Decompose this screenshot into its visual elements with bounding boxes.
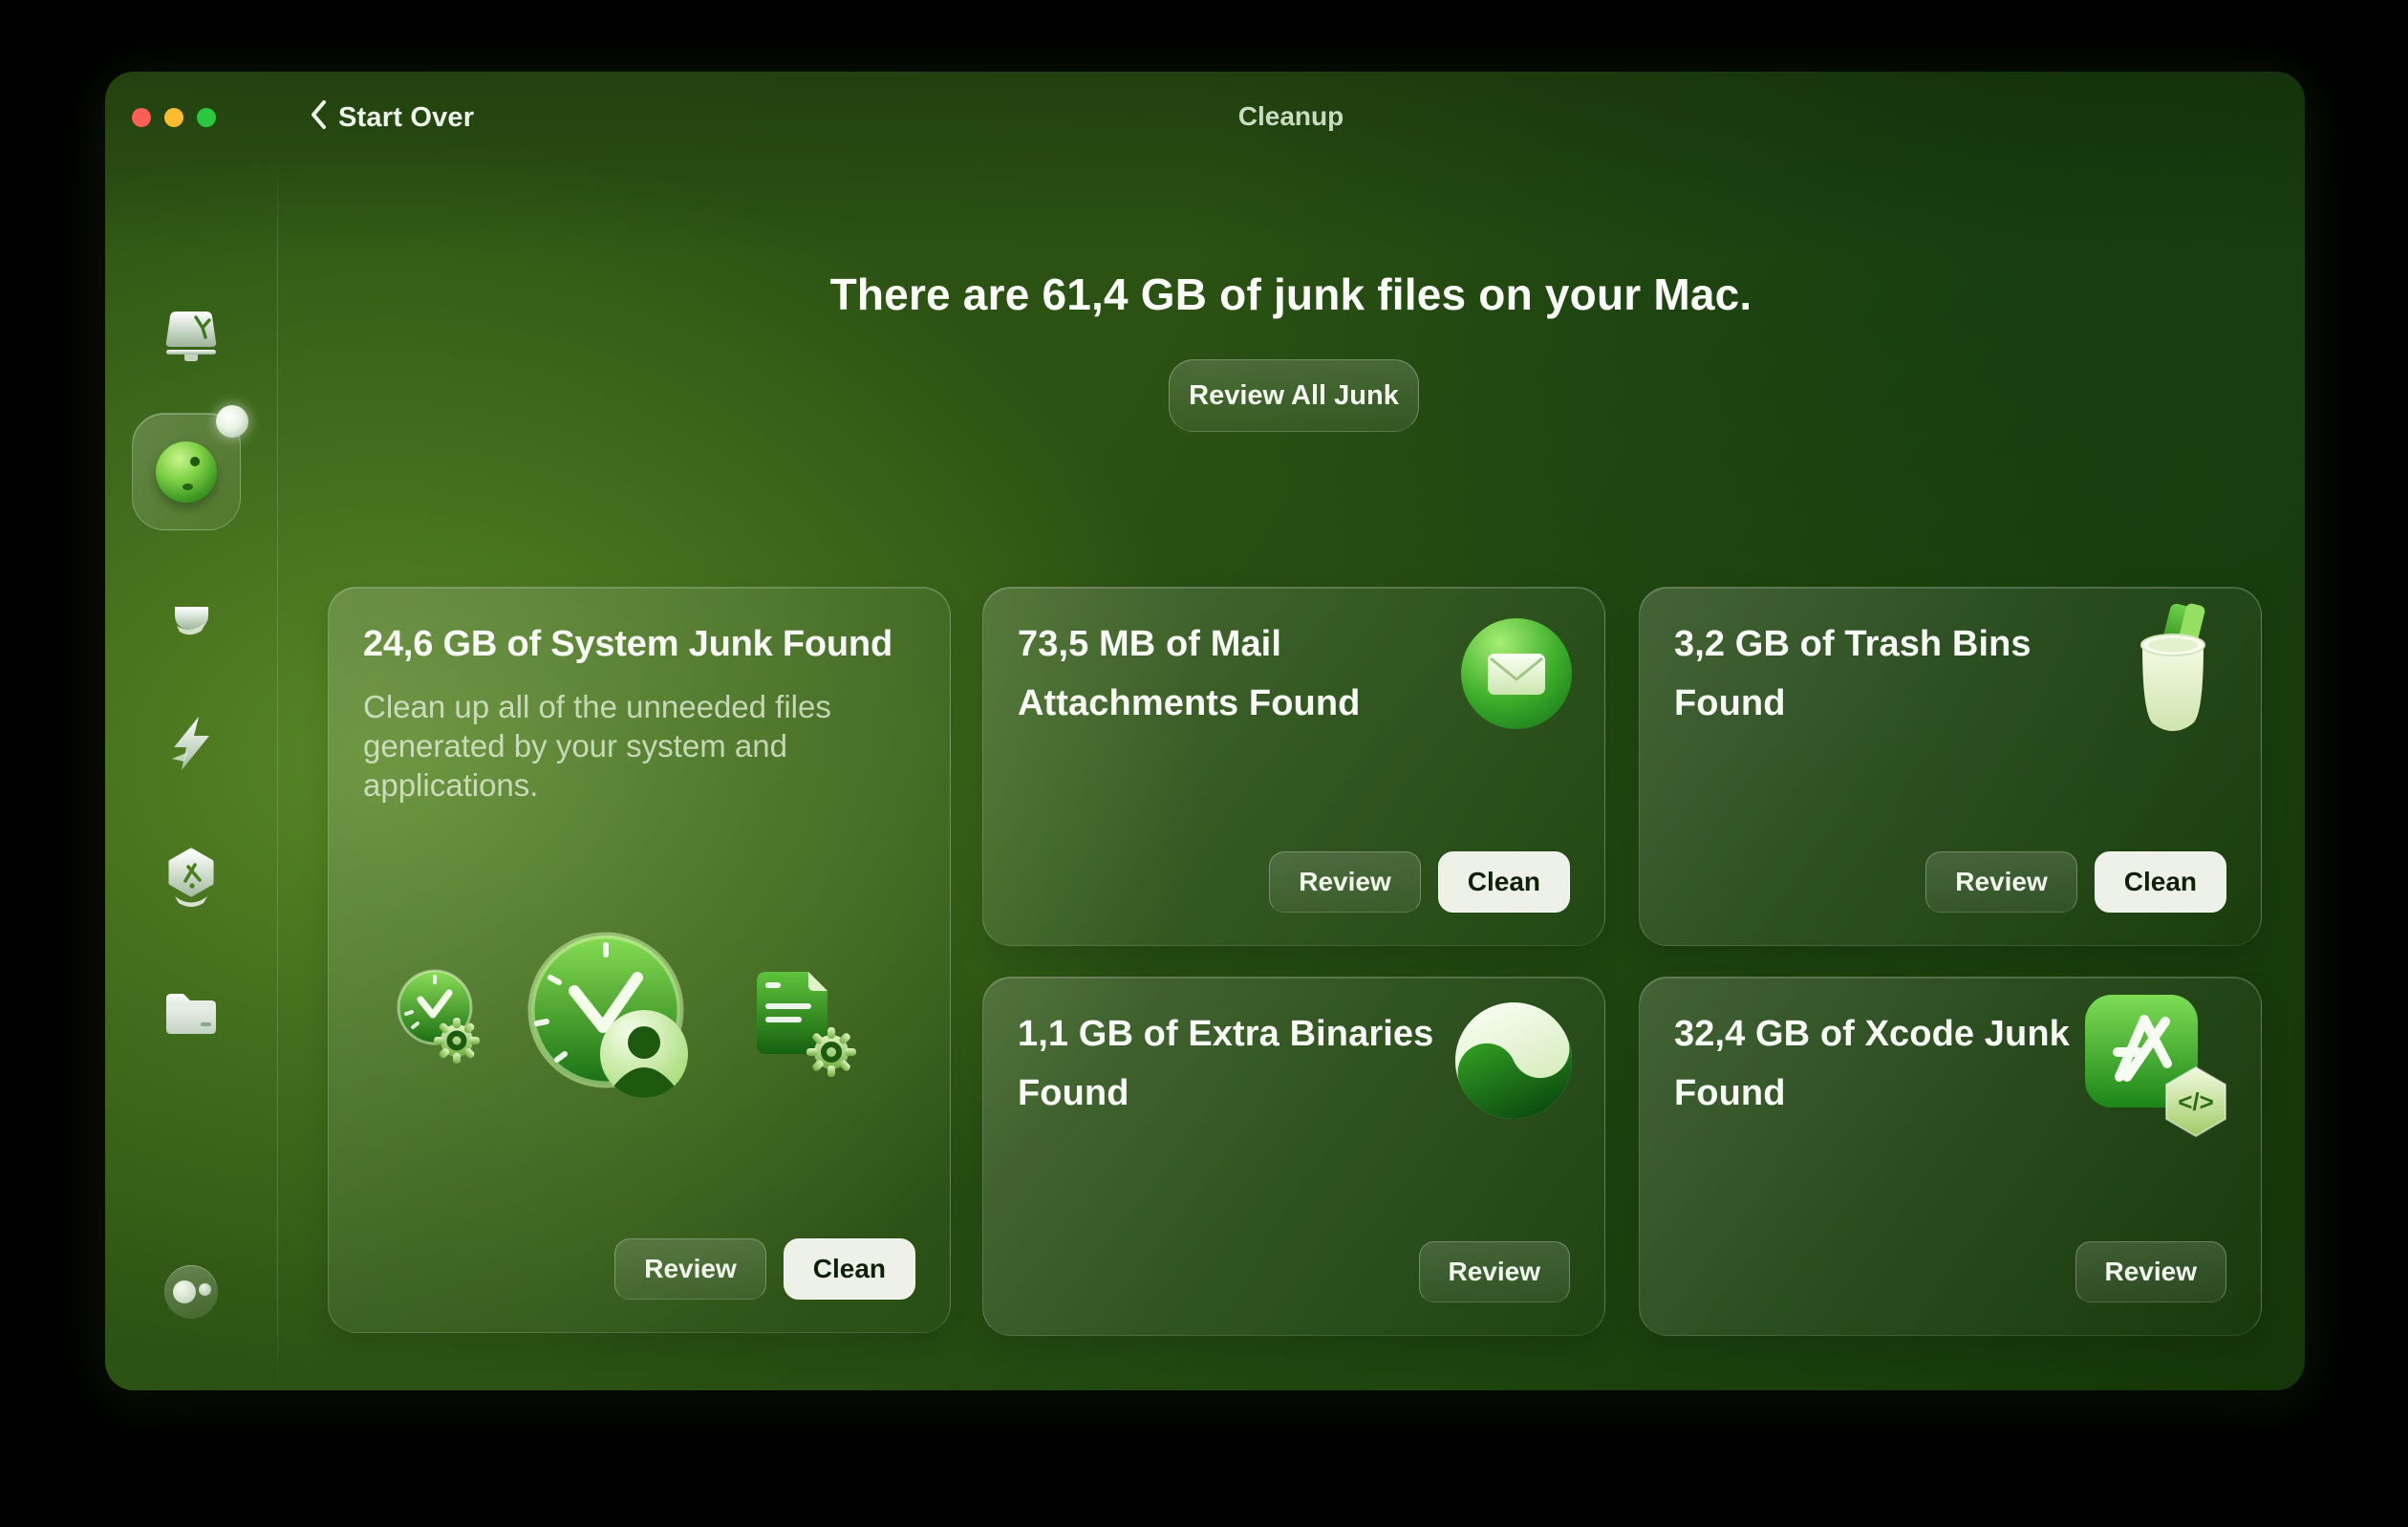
trash-bin-icon: [2123, 601, 2223, 740]
sidebar-item-protection[interactable]: [162, 578, 220, 642]
code-badge-glyph: </>: [2178, 1087, 2214, 1116]
review-button[interactable]: Review: [2075, 1241, 2226, 1302]
screen: Start Over Cleanup There are 61,4 GB of …: [0, 0, 2408, 1527]
sidebar-item-cleanup[interactable]: [161, 308, 222, 370]
close-window-button[interactable]: [132, 108, 151, 127]
card-title: 73,5 MB of Mail Attachments Found: [1018, 624, 1361, 723]
clean-button[interactable]: Clean: [1437, 851, 1570, 913]
page-title: Cleanup: [1237, 101, 1344, 131]
monitor-clean-icon: [161, 308, 222, 370]
minimize-window-button[interactable]: [164, 108, 183, 127]
lightning-icon: [164, 715, 218, 783]
clean-button[interactable]: Clean: [783, 1238, 915, 1300]
card-title: 32,4 GB of Xcode Junk Found: [1674, 1014, 2070, 1113]
mail-icon: [1459, 616, 1574, 736]
clock-user-icon: [515, 932, 754, 1166]
review-button[interactable]: Review: [1269, 851, 1421, 913]
card-trash-bins: 3,2 GB of Trash Bins Found Review Clean: [1639, 587, 2262, 946]
card-extra-binaries: 1,1 GB of Extra Binaries Found Review: [982, 977, 1605, 1336]
folder-icon: [161, 987, 222, 1045]
card-title: 1,1 GB of Extra Binaries Found: [1018, 1014, 1434, 1113]
assistant-button[interactable]: [164, 1265, 218, 1319]
sidebar-divider: [277, 162, 278, 1390]
notification-dot: [216, 405, 248, 438]
card-mail-attachments: 73,5 MB of Mail Attachments Found Review…: [982, 587, 1605, 946]
card-title: 24,6 GB of System Junk Found: [363, 624, 892, 664]
card-system-junk: 24,6 GB of System Junk Found Clean up al…: [328, 587, 951, 1333]
card-title: 3,2 GB of Trash Bins Found: [1674, 624, 2032, 723]
sidebar-item-files[interactable]: [161, 987, 222, 1045]
zoom-window-button[interactable]: [197, 108, 216, 127]
xcode-icon: </>: [2079, 989, 2240, 1154]
sidebar-item-performance[interactable]: [164, 715, 218, 783]
hexagon-a-icon: [162, 847, 220, 914]
document-gear-icon: [749, 968, 862, 1086]
review-button[interactable]: Review: [1925, 851, 2077, 913]
review-button[interactable]: Review: [614, 1238, 766, 1300]
clean-button[interactable]: Clean: [2094, 851, 2226, 913]
review-button[interactable]: Review: [1418, 1241, 1570, 1302]
card-description: Clean up all of the unneeded files gener…: [363, 689, 831, 803]
card-xcode-junk: 32,4 GB of Xcode Junk Found </> Review: [1639, 977, 2262, 1336]
binaries-wave-icon: [1453, 1000, 1574, 1126]
hand-icon: [162, 578, 220, 642]
app-window: Start Over Cleanup There are 61,4 GB of …: [105, 72, 2305, 1390]
junk-summary-headline: There are 61,4 GB of junk files on your …: [829, 269, 1752, 319]
sidebar-item-applications[interactable]: [162, 847, 220, 914]
clock-gear-icon: [396, 968, 484, 1072]
review-all-junk-button[interactable]: Review All Junk: [1169, 359, 1419, 432]
